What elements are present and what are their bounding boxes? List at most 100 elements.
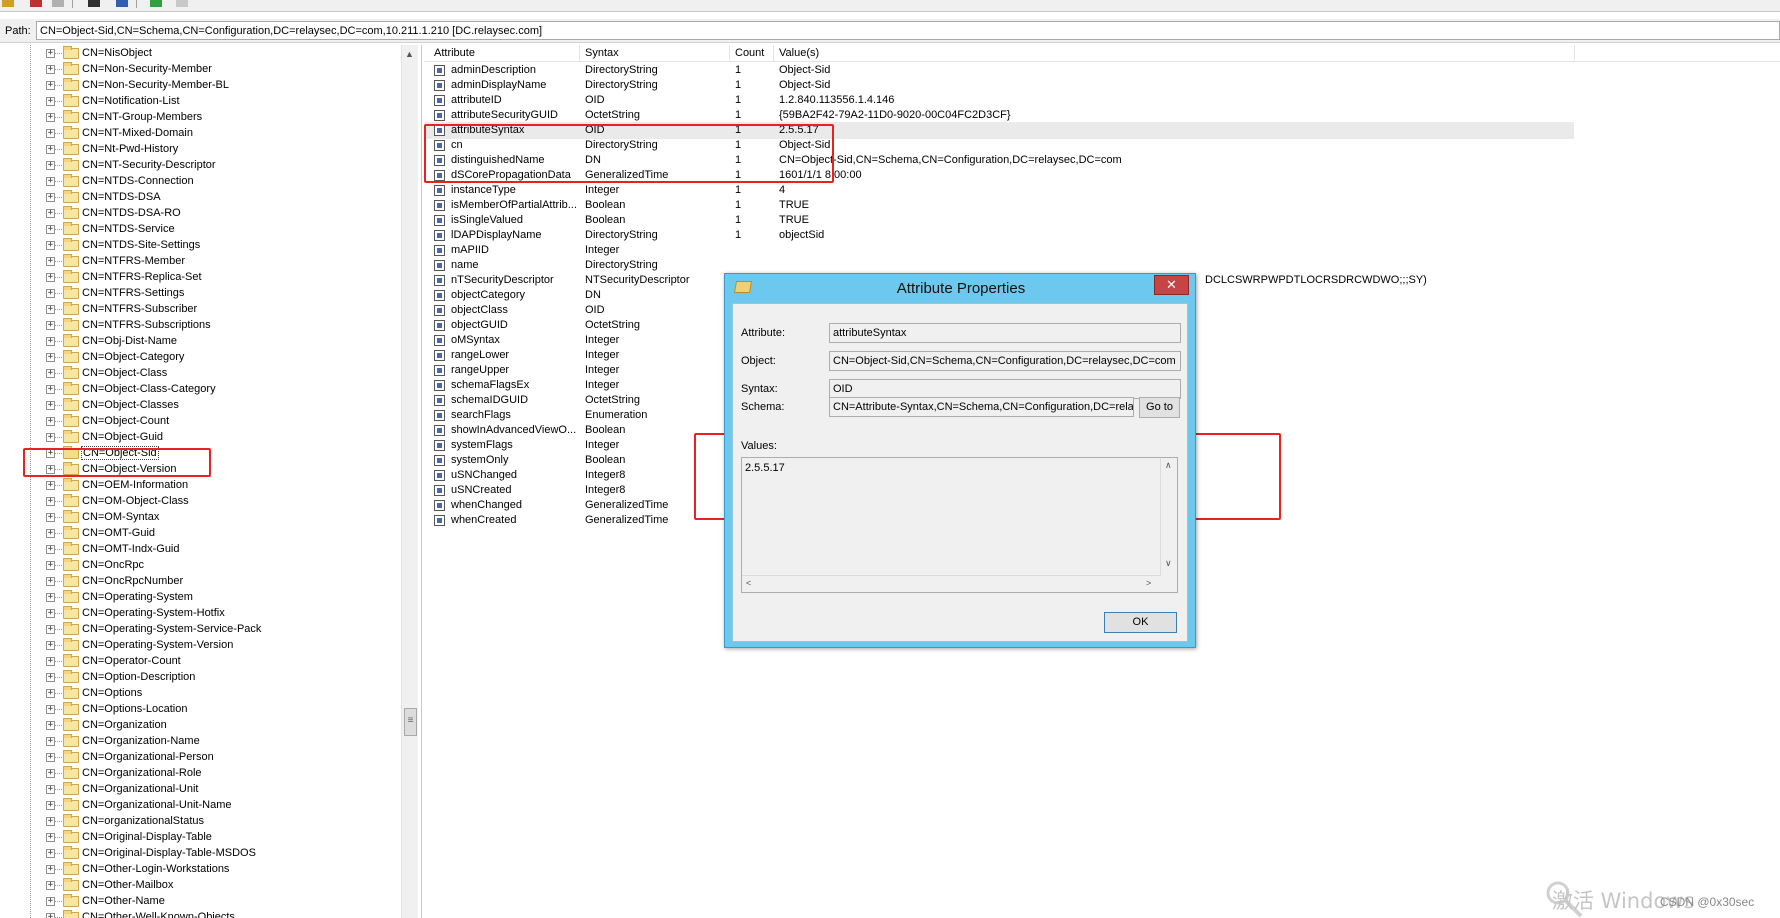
expand-icon[interactable]: + (46, 609, 55, 618)
tree-item-label[interactable]: CN=Options-Location (82, 703, 187, 715)
toolbar-properties-icon[interactable] (116, 0, 128, 7)
tree-item[interactable]: + CN=Operating-System-Service-Pack (0, 621, 400, 637)
tree-item-label[interactable]: CN=Other-Name (82, 895, 165, 907)
tree-item[interactable]: + CN=NTFRS-Subscriptions (0, 317, 400, 333)
goto-button[interactable]: Go to (1139, 397, 1180, 418)
syntax-field[interactable]: OID (829, 379, 1181, 399)
expand-icon[interactable]: + (46, 225, 55, 234)
expand-icon[interactable]: + (46, 881, 55, 890)
tree-item[interactable]: + CN=Object-Guid (0, 429, 400, 445)
tree-item-label[interactable]: CN=Organization (82, 719, 167, 731)
expand-icon[interactable]: + (46, 49, 55, 58)
toolbar-open-icon[interactable] (2, 0, 14, 7)
toolbar-delete-icon[interactable] (30, 0, 42, 7)
tree-item-label[interactable]: CN=OMT-Guid (82, 527, 155, 539)
tree-item-label[interactable]: CN=NT-Mixed-Domain (82, 127, 193, 139)
tree-item-label[interactable]: CN=Other-Well-Known-Objects (82, 911, 235, 918)
expand-icon[interactable]: + (46, 97, 55, 106)
column-header-syntax[interactable]: Syntax (585, 47, 619, 59)
tree-item-label[interactable]: CN=Object-Class-Category (82, 383, 216, 395)
tree-item-label[interactable]: CN=NT-Group-Members (82, 111, 202, 123)
expand-icon[interactable]: + (46, 177, 55, 186)
tree-item[interactable]: + CN=Organizational-Unit (0, 781, 400, 797)
tree-item-label[interactable]: CN=OM-Object-Class (82, 495, 189, 507)
tree-item-label[interactable]: CN=NTFRS-Replica-Set (82, 271, 202, 283)
expand-icon[interactable]: + (46, 257, 55, 266)
tree-item[interactable]: + CN=NT-Mixed-Domain (0, 125, 400, 141)
expand-icon[interactable]: + (46, 721, 55, 730)
tree-item-label[interactable]: CN=Object-Category (82, 351, 184, 363)
tree-item-label[interactable]: CN=NTDS-Service (82, 223, 175, 235)
tree-item[interactable]: + CN=Operating-System (0, 589, 400, 605)
tree-item-label[interactable]: CN=Non-Security-Member (82, 63, 212, 75)
expand-icon[interactable]: + (46, 817, 55, 826)
tree-item-label[interactable]: CN=Object-Classes (82, 399, 179, 411)
tree-item[interactable]: + CN=Original-Display-Table-MSDOS (0, 845, 400, 861)
tree-item[interactable]: + CN=NTFRS-Subscriber (0, 301, 400, 317)
tree-item[interactable]: + CN=Operating-System-Version (0, 637, 400, 653)
values-horizontal-scrollbar[interactable]: < > (742, 575, 1161, 592)
tree-item[interactable]: + CN=NTDS-Connection (0, 173, 400, 189)
tree-item[interactable]: + CN=Organizational-Role (0, 765, 400, 781)
tree-item[interactable]: + CN=Object-Class (0, 365, 400, 381)
tree-item[interactable]: + CN=OncRpc (0, 557, 400, 573)
column-divider[interactable] (1574, 45, 1575, 61)
expand-icon[interactable]: + (46, 209, 55, 218)
expand-icon[interactable]: + (46, 273, 55, 282)
tree-item-label[interactable]: CN=NTDS-Site-Settings (82, 239, 200, 251)
tree-item[interactable]: + CN=NTDS-Site-Settings (0, 237, 400, 253)
tree-item-label[interactable]: CN=Organizational-Role (82, 767, 202, 779)
tree-item[interactable]: + CN=Organization-Name (0, 733, 400, 749)
column-header-values[interactable]: Value(s) (779, 47, 819, 59)
tree-item-label[interactable]: CN=Operator-Count (82, 655, 181, 667)
expand-icon[interactable]: + (46, 625, 55, 634)
tree-item[interactable]: + CN=Operating-System-Hotfix (0, 605, 400, 621)
tree-item-label[interactable]: CN=Object-Class (82, 367, 167, 379)
tree-item[interactable]: + CN=NisObject (0, 45, 400, 61)
tree-item[interactable]: + CN=Options-Location (0, 701, 400, 717)
tree-item[interactable]: + CN=NT-Security-Descriptor (0, 157, 400, 173)
tree-item[interactable]: + CN=Object-Classes (0, 397, 400, 413)
tree-item-label[interactable]: CN=OncRpcNumber (82, 575, 183, 587)
tree-item[interactable]: + CN=organizationalStatus (0, 813, 400, 829)
toolbar-back-icon[interactable] (150, 0, 162, 7)
tree-item[interactable]: + CN=NTFRS-Member (0, 253, 400, 269)
expand-icon[interactable]: + (46, 689, 55, 698)
tree-item-label[interactable]: CN=Organizational-Unit-Name (82, 799, 231, 811)
tree-item-label[interactable]: CN=NTFRS-Member (82, 255, 185, 267)
tree-item[interactable]: + CN=Non-Security-Member-BL (0, 77, 400, 93)
expand-icon[interactable]: + (46, 897, 55, 906)
expand-icon[interactable]: + (46, 321, 55, 330)
tree-item[interactable]: + CN=OncRpcNumber (0, 573, 400, 589)
expand-icon[interactable]: + (46, 353, 55, 362)
expand-icon[interactable]: + (46, 145, 55, 154)
tree-item[interactable]: + CN=Other-Name (0, 893, 400, 909)
expand-icon[interactable]: + (46, 433, 55, 442)
tree-item-label[interactable]: CN=OEM-Information (82, 479, 188, 491)
schema-tree[interactable]: + CN=NisObject + CN=Non-Security-Member + CN=… (0, 45, 422, 918)
expand-icon[interactable]: + (46, 529, 55, 538)
tree-item-label[interactable]: CN=Non-Security-Member-BL (82, 79, 229, 91)
expand-icon[interactable]: + (46, 65, 55, 74)
tree-item[interactable]: + CN=OMT-Indx-Guid (0, 541, 400, 557)
tree-item[interactable]: + CN=Other-Login-Workstations (0, 861, 400, 877)
ok-button[interactable]: OK (1104, 612, 1177, 633)
tree-item-label[interactable]: CN=NTDS-Connection (82, 175, 194, 187)
tree-item-label[interactable]: CN=OM-Syntax (82, 511, 159, 523)
expand-icon[interactable]: + (46, 369, 55, 378)
expand-icon[interactable]: + (46, 593, 55, 602)
tree-item-label[interactable]: CN=Obj-Dist-Name (82, 335, 177, 347)
tree-item[interactable]: + CN=Other-Mailbox (0, 877, 400, 893)
expand-icon[interactable]: + (46, 129, 55, 138)
expand-icon[interactable]: + (46, 673, 55, 682)
tree-item-label[interactable]: CN=Notification-List (82, 95, 180, 107)
scroll-left-icon[interactable]: < (746, 578, 751, 588)
tree-item[interactable]: + CN=NTDS-Service (0, 221, 400, 237)
expand-icon[interactable]: + (46, 913, 55, 918)
tree-item[interactable]: + CN=Object-Class-Category (0, 381, 400, 397)
expand-icon[interactable]: + (46, 497, 55, 506)
tree-item-label[interactable]: CN=Organizational-Person (82, 751, 214, 763)
scroll-down-icon[interactable]: ∨ (1165, 558, 1172, 569)
attribute-field[interactable]: attributeSyntax (829, 323, 1181, 343)
tree-item-label[interactable]: CN=NTFRS-Subscriber (82, 303, 197, 315)
